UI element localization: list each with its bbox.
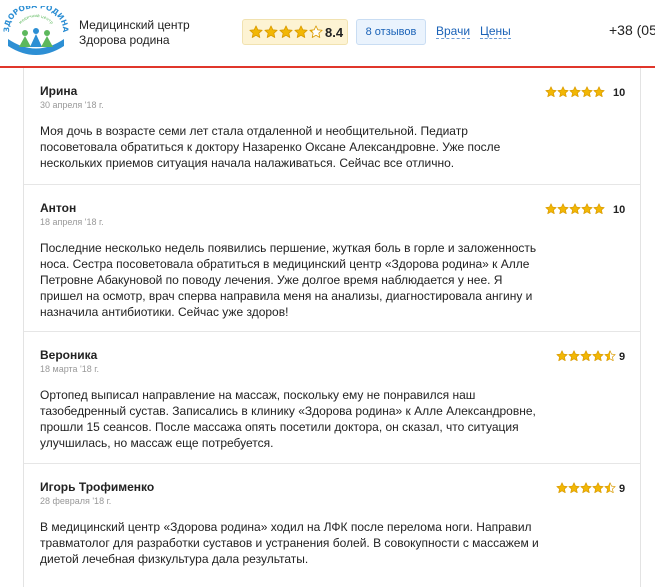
review-stars <box>556 482 616 500</box>
star-icon <box>568 482 580 494</box>
overall-rating-stars <box>249 25 323 43</box>
star-icon <box>593 86 605 98</box>
star-icon <box>264 25 278 38</box>
review-score: 9 <box>619 351 626 363</box>
review-card: Антон 18 апреля '18 г. 10 Последние неск… <box>24 185 640 332</box>
star-icon <box>593 203 605 215</box>
reviewer-name: Вероника <box>40 348 98 362</box>
review-stars <box>556 350 616 368</box>
svg-text:медичний центр: медичний центр <box>18 13 55 25</box>
star-icon <box>580 482 592 494</box>
reviewer-name: Игорь Трофименко <box>40 480 155 494</box>
star-icon <box>545 203 557 215</box>
star-icon <box>556 350 568 362</box>
star-icon <box>545 86 557 98</box>
star-icon <box>580 350 592 362</box>
review-stars <box>545 203 605 221</box>
reviewer-name: Антон <box>40 201 77 215</box>
review-text: Моя дочь в возрасте семи лет стала отдал… <box>40 124 501 170</box>
overall-rating: 8.4 <box>242 19 348 45</box>
star-icon <box>581 86 593 98</box>
star-icon <box>569 203 581 215</box>
star-icon <box>581 203 593 215</box>
review-date: 18 апреля '18 г. <box>40 217 104 227</box>
star-icon <box>592 350 604 362</box>
star-icon <box>294 25 308 38</box>
logo-subtitle-text: медичний центр <box>18 13 55 25</box>
review-text: В медицинский центр «Здорова родина» ход… <box>40 520 539 566</box>
star-icon <box>556 482 568 494</box>
review-card: Игорь Трофименко 28 февраля '18 г. 9 В м… <box>24 464 640 587</box>
review-date: 28 февраля '18 г. <box>40 496 112 506</box>
review-card: Ирина 30 апреля '18 г. 10 Моя дочь в воз… <box>24 68 640 185</box>
review-text: Ортопед выписал направление на массаж, п… <box>40 388 536 450</box>
star-icon <box>604 482 616 494</box>
clinic-name: Медицинский центр Здорова родина <box>79 18 190 47</box>
star-icon <box>592 482 604 494</box>
review-stars <box>545 86 605 104</box>
review-text: Последние несколько недель появились пер… <box>40 241 537 319</box>
nav-prices-link[interactable]: Цены <box>480 24 511 39</box>
review-score: 10 <box>613 204 626 216</box>
reviewer-name: Ирина <box>40 84 78 98</box>
clinic-logo[interactable]: ЗДОРОВА РОДИНА медичний центр <box>2 1 70 58</box>
star-icon <box>309 25 323 38</box>
review-card: Вероника 18 марта '18 г. 9 Ортопед выпис… <box>24 332 640 464</box>
review-date: 18 марта '18 г. <box>40 364 99 374</box>
nav-doctors-link[interactable]: Врачи <box>436 24 471 39</box>
star-icon <box>249 25 263 38</box>
star-icon <box>557 203 569 215</box>
review-date: 30 апреля '18 г. <box>40 100 104 110</box>
phone-number[interactable]: +38 (05 <box>609 22 655 38</box>
star-icon <box>557 86 569 98</box>
star-icon <box>279 25 293 38</box>
star-icon <box>569 86 581 98</box>
review-score: 10 <box>613 87 626 99</box>
reviews-list: Ирина 30 апреля '18 г. 10 Моя дочь в воз… <box>23 68 641 587</box>
star-icon <box>604 350 616 362</box>
review-score: 9 <box>619 483 626 495</box>
site-header: ЗДОРОВА РОДИНА медичний центр Медицински… <box>0 0 655 66</box>
star-icon <box>568 350 580 362</box>
overall-rating-score: 8.4 <box>325 25 344 40</box>
reviews-count-button[interactable]: 8 отзывов <box>356 19 426 45</box>
